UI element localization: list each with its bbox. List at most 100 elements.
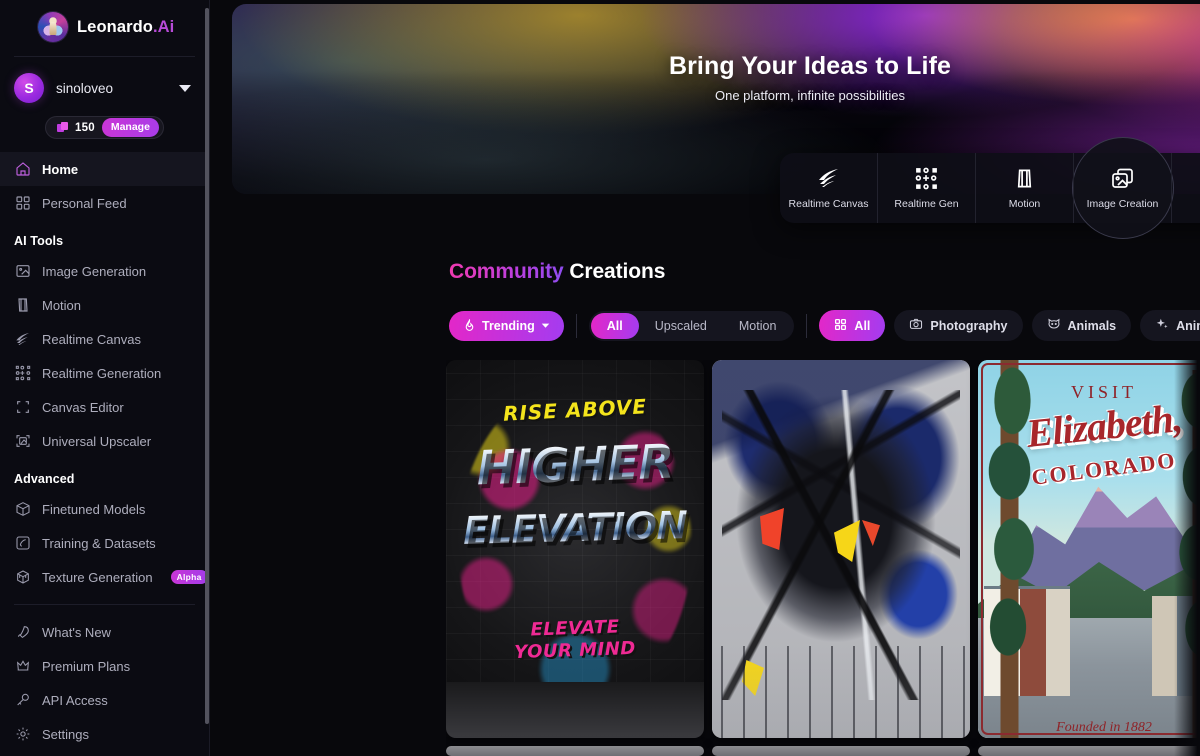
brush-strokes-icon: [817, 167, 841, 191]
sidebar-item-whats-new[interactable]: What's New: [0, 615, 209, 649]
page-title: Community Creations: [449, 260, 665, 284]
sidebar-item-canvas-editor[interactable]: Canvas Editor: [0, 390, 209, 424]
sidebar-item-training-datasets[interactable]: Training & Datasets: [0, 526, 209, 560]
main-content: Bring Your Ideas to Life One platform, i…: [210, 0, 1200, 756]
sidebar-item-label: What's New: [42, 624, 111, 640]
brand-name: Leonardo.Ai: [77, 18, 174, 37]
credits-row: 150 Manage: [0, 105, 209, 139]
sidebar-item-label: Training & Datasets: [42, 535, 156, 551]
alpha-badge: Alpha: [170, 570, 208, 584]
sidebar-item-settings[interactable]: Settings: [0, 717, 209, 751]
sidebar-scrollbar[interactable]: [205, 8, 209, 724]
chevron-down-icon: [541, 321, 550, 330]
sidebar: Leonardo.Ai S sinoloveo 150 Manage Home: [0, 0, 210, 756]
gallery-card-visit-elizabeth-colorado-poster[interactable]: VISIT Elizabeth, COLORADO Founded in 188…: [978, 360, 1200, 738]
gallery-column: [712, 360, 970, 756]
credits-pill[interactable]: 150 Manage: [45, 116, 164, 139]
sidebar-item-realtime-generation[interactable]: Realtime Generation: [0, 356, 209, 390]
gallery-column: VISIT Elizabeth, COLORADO Founded in 188…: [978, 360, 1200, 756]
tool-image-creation[interactable]: Image Creation: [1074, 153, 1172, 223]
sidebar-item-label: Realtime Canvas: [42, 331, 141, 347]
camera-icon: [909, 317, 923, 334]
dataset-icon: [14, 535, 31, 552]
category-label: All: [854, 318, 871, 333]
dots-plus-icon: [915, 167, 938, 191]
sidebar-item-texture-generation[interactable]: Texture Generation Alpha: [0, 560, 209, 594]
page-title-accent: Community: [449, 260, 564, 283]
tool-label: Image Creation: [1086, 197, 1159, 210]
brush-strokes-icon: [14, 331, 31, 348]
gallery-card-next-row[interactable]: [978, 746, 1200, 756]
gear-icon: [14, 726, 31, 743]
chevron-down-icon[interactable]: [179, 84, 191, 92]
section-heading-advanced: Advanced: [14, 472, 75, 486]
gallery-card-next-row[interactable]: [446, 746, 704, 756]
segment-all[interactable]: All: [590, 312, 639, 339]
sidebar-item-label: API Access: [42, 692, 108, 708]
tool-label: Realtime Canvas: [788, 197, 869, 210]
gallery-card-abstract-blue-black-painting[interactable]: [712, 360, 970, 738]
artwork-text-line: HIGHER: [446, 434, 704, 498]
sidebar-item-image-generation[interactable]: Image Generation: [0, 254, 209, 288]
tool-realtime-canvas[interactable]: Realtime Canvas: [780, 153, 878, 223]
category-pill-row: All Photography Animals Ani: [819, 310, 1200, 341]
sidebar-item-universal-upscaler[interactable]: Universal Upscaler: [0, 424, 209, 458]
key-icon: [14, 692, 31, 709]
sidebar-item-label: Image Generation: [42, 263, 147, 279]
image-icon: [14, 263, 31, 280]
divider: [14, 604, 195, 605]
sidebar-item-realtime-canvas[interactable]: Realtime Canvas: [0, 322, 209, 356]
category-label: Photography: [930, 318, 1008, 333]
community-gallery: RISE ABOVE HIGHER ELEVATION ELEVATE YOUR…: [446, 360, 1200, 756]
cube-icon: [14, 501, 31, 518]
manage-button[interactable]: Manage: [101, 118, 159, 137]
segment-motion[interactable]: Motion: [723, 313, 793, 339]
gallery-card-next-row[interactable]: [712, 746, 970, 756]
sidebar-item-home[interactable]: Home: [0, 152, 209, 186]
sidebar-item-label: Finetuned Models: [42, 501, 146, 517]
sidebar-item-label: Texture Generation: [42, 569, 153, 585]
category-label: Animals: [1067, 318, 1117, 333]
hero-copy: Bring Your Ideas to Life One platform, i…: [232, 52, 1200, 103]
sidebar-item-label: Universal Upscaler: [42, 433, 152, 449]
account-username: sinoloveo: [56, 80, 114, 96]
category-anime[interactable]: Anime: [1140, 310, 1200, 341]
tool-motion[interactable]: Motion: [976, 153, 1074, 223]
app-root: Leonardo.Ai S sinoloveo 150 Manage Home: [0, 0, 1200, 756]
tool-label: Realtime Gen: [894, 197, 959, 210]
sort-label: Trending: [482, 318, 535, 333]
sidebar-item-api-access[interactable]: API Access: [0, 683, 209, 717]
tool-quick-bar: Realtime Canvas Realtime Gen Motion Imag…: [780, 153, 1200, 223]
frame-corners-icon: [14, 399, 31, 416]
gallery-card-graffiti-higher-elevation[interactable]: RISE ABOVE HIGHER ELEVATION ELEVATE YOUR…: [446, 360, 704, 738]
sidebar-item-label: Home: [42, 161, 79, 177]
sidebar-item-premium-plans[interactable]: Premium Plans: [0, 649, 209, 683]
cat-face-icon: [1047, 317, 1061, 334]
rocket-icon: [14, 624, 31, 641]
sidebar-item-label: Canvas Editor: [42, 399, 124, 415]
category-all[interactable]: All: [819, 310, 886, 341]
abstract-paint-drips: [712, 646, 970, 738]
sidebar-item-label: Settings: [42, 726, 89, 742]
section-heading-ai-tools: AI Tools: [14, 234, 64, 248]
home-icon: [14, 161, 31, 178]
brand[interactable]: Leonardo.Ai: [0, 0, 209, 54]
sidebar-item-personal-feed[interactable]: Personal Feed: [0, 186, 209, 220]
category-animals[interactable]: Animals: [1031, 310, 1132, 341]
tool-label: Motion: [1008, 197, 1041, 210]
leonardo-logo-icon: [38, 12, 68, 42]
category-photography[interactable]: Photography: [894, 310, 1023, 341]
hero-subtitle: One platform, infinite possibilities: [714, 88, 906, 103]
category-label: Anime: [1176, 318, 1200, 333]
credits-count: 150: [75, 121, 95, 134]
sidebar-item-motion[interactable]: Motion: [0, 288, 209, 322]
sidebar-nav: Home Personal Feed AI Tools Image Genera…: [0, 152, 209, 751]
tool-realtime-gen[interactable]: Realtime Gen: [878, 153, 976, 223]
sort-dropdown-trending[interactable]: Trending: [449, 310, 564, 341]
account-switcher[interactable]: S sinoloveo: [0, 57, 209, 105]
flame-icon: [463, 319, 476, 332]
film-strip-icon: [14, 297, 31, 314]
sidebar-item-finetuned-models[interactable]: Finetuned Models: [0, 492, 209, 526]
tool-upscaler[interactable]: Upscaler: [1172, 153, 1200, 223]
segment-upscaled[interactable]: Upscaled: [639, 313, 723, 339]
